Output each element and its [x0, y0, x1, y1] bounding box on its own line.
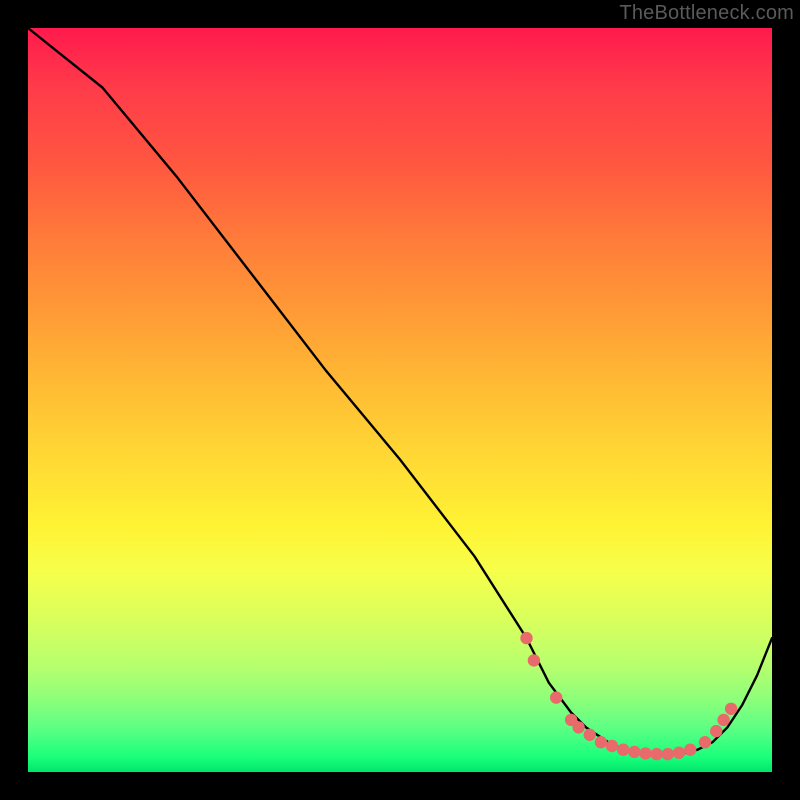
curve-dot [673, 747, 685, 759]
curve-dot [639, 747, 651, 759]
curve-dot [606, 740, 618, 752]
curve-dot [617, 744, 629, 756]
curve-dot [684, 744, 696, 756]
curve-dot [595, 736, 607, 748]
curve-markers [520, 632, 737, 760]
chart-frame: TheBottleneck.com [0, 0, 800, 800]
curve-dot [550, 691, 562, 703]
curve-dot [662, 748, 674, 760]
bottleneck-curve [28, 28, 772, 755]
curve-dot [572, 721, 584, 733]
watermark-text: TheBottleneck.com [619, 2, 794, 25]
curve-dot [628, 746, 640, 758]
curve-dot [584, 729, 596, 741]
curve-dot [528, 654, 540, 666]
curve-dot [520, 632, 532, 644]
curve-dot [651, 748, 663, 760]
plot-area [28, 28, 772, 772]
curve-dot [710, 725, 722, 737]
curve-dot [699, 736, 711, 748]
curve-dot [717, 714, 729, 726]
chart-svg [28, 28, 772, 772]
curve-dot [725, 703, 737, 715]
